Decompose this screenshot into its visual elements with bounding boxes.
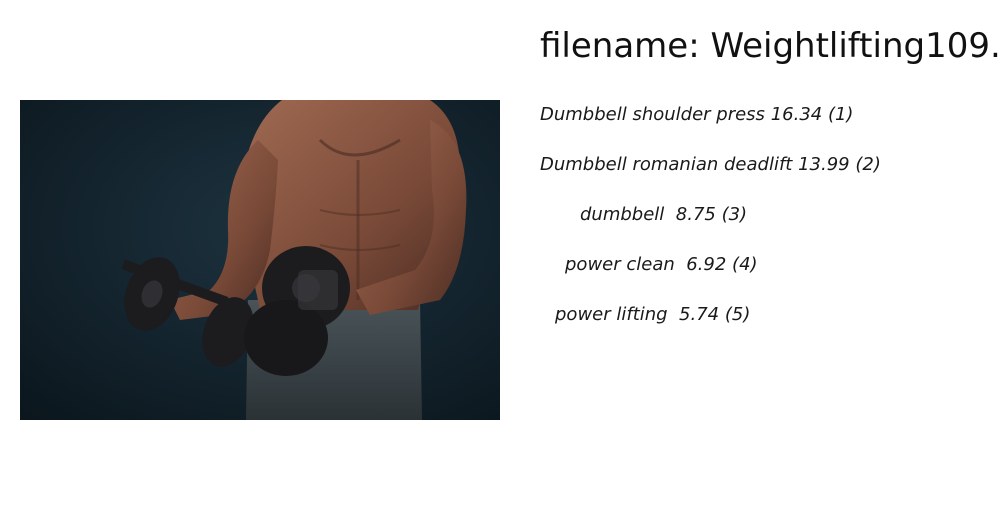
page: filename: Weightlifting109.jpg Dumbbell … [0,0,1000,520]
prediction-rank: (3) [721,204,748,225]
prediction-score: 13.99 [798,154,850,175]
prediction-label: power lifting [555,304,674,325]
prediction-item: Dumbbell romanian deadlift 13.99 (2) [540,153,881,177]
prediction-rank: (5) [724,304,751,325]
prediction-label: Dumbbell romanian deadlift [540,154,793,175]
prediction-rank: (1) [827,104,854,125]
prediction-rank: (4) [732,254,758,275]
prediction-item: Dumbbell shoulder press 16.34 (1) [540,103,853,127]
prediction-label: power clean [565,254,681,275]
prediction-label: dumbbell [580,204,671,225]
weightlifting-photo [20,100,500,420]
prediction-score: 16.34 [770,104,823,125]
prediction-score: 6.92 [686,254,727,275]
prediction-item: dumbbell 8.75 (3) [580,203,747,227]
prediction-item: power lifting 5.74 (5) [555,303,750,327]
prediction-item: power clean 6.92 (4) [565,253,758,277]
prediction-rank: (2) [855,154,881,175]
prediction-label: Dumbbell shoulder press [540,104,765,125]
filename-title: filename: Weightlifting109.jpg [540,26,1000,66]
prediction-score: 5.74 [679,304,720,325]
prediction-score: 8.75 [675,204,716,225]
